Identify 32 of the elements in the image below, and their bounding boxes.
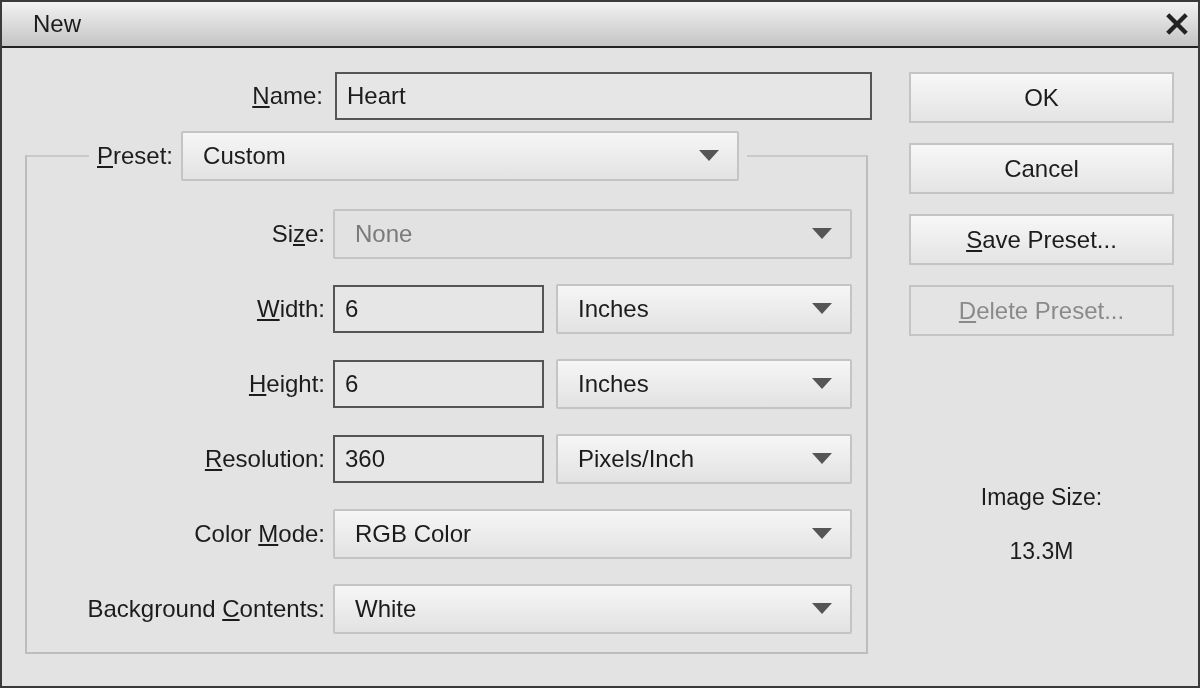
field-label: Background Contents: bbox=[86, 595, 325, 623]
number-input-field[interactable]: 6 bbox=[333, 285, 544, 333]
field-label: Resolution: bbox=[203, 445, 325, 473]
caret-icon bbox=[812, 303, 832, 315]
unit-dropdown[interactable]: Inches bbox=[556, 359, 852, 409]
caret-icon bbox=[812, 378, 832, 390]
field-label: Preset: bbox=[97, 142, 174, 170]
caret-icon bbox=[699, 150, 720, 162]
name-input-field[interactable]: Heart bbox=[335, 72, 872, 120]
close-icon[interactable] bbox=[1166, 13, 1188, 35]
unit-dropdown[interactable]: Pixels/Inch bbox=[556, 434, 852, 484]
caret-icon bbox=[812, 528, 832, 540]
number-input-field[interactable]: 360 bbox=[333, 435, 544, 483]
caret-icon bbox=[812, 228, 832, 240]
field-label: Width: bbox=[255, 295, 325, 323]
field-label: Name: bbox=[251, 82, 323, 110]
dialog-button[interactable]: Save Preset... bbox=[909, 214, 1174, 265]
image-size-label: Image Size: bbox=[980, 484, 1103, 511]
field-label: Height: bbox=[247, 370, 325, 398]
preset-dropdown[interactable]: Custom bbox=[181, 131, 740, 181]
caret-icon bbox=[812, 453, 832, 465]
dialog-button[interactable]: Cancel bbox=[909, 143, 1174, 194]
select-dropdown[interactable]: RGB Color bbox=[333, 509, 852, 559]
field-label: Size: bbox=[270, 220, 325, 248]
dialog-button[interactable]: OK bbox=[909, 72, 1174, 123]
number-input-field[interactable]: 6 bbox=[333, 360, 544, 408]
caret-icon bbox=[812, 603, 832, 615]
unit-dropdown[interactable]: Inches bbox=[556, 284, 852, 334]
image-size-value: 13.3M bbox=[1009, 538, 1074, 565]
field-label: Color Mode: bbox=[193, 520, 325, 548]
window-title: New bbox=[33, 10, 81, 38]
select-dropdown[interactable]: White bbox=[333, 584, 852, 634]
